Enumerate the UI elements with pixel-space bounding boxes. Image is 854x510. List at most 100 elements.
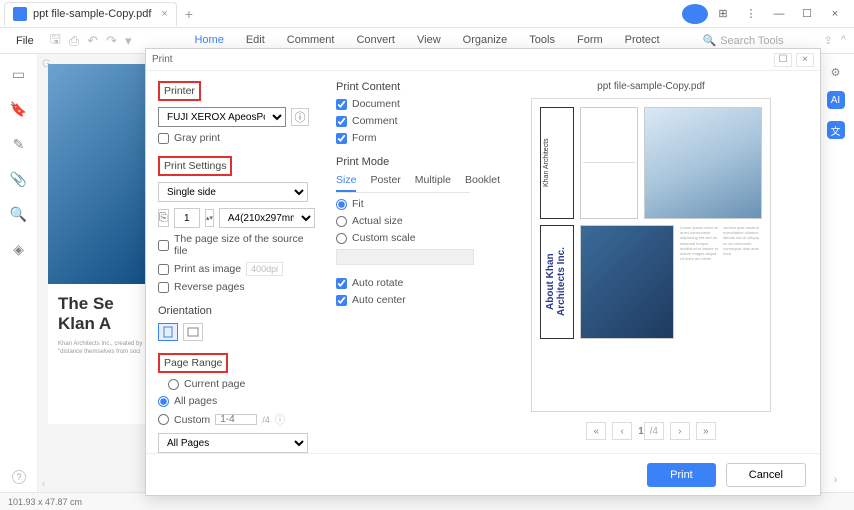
copies-input[interactable] [174, 208, 200, 228]
page-subset-select[interactable]: All Pages [158, 433, 308, 453]
print-image-checkbox[interactable] [158, 264, 169, 275]
printer-properties-icon[interactable]: ⓘ [291, 108, 309, 126]
minimize-icon[interactable]: — [766, 4, 792, 24]
all-pages-label: All pages [174, 395, 217, 407]
bookmark-icon[interactable]: 🔖 [10, 101, 27, 118]
maximize-icon[interactable]: ☐ [794, 4, 820, 24]
portrait-button[interactable] [158, 323, 178, 341]
ai-chip-icon[interactable]: AI [827, 91, 845, 109]
expand-icon[interactable]: ▾ [125, 33, 132, 49]
preview-body-text: Lorem ipsum dolor sit amet consectetur a… [680, 225, 762, 339]
nav-right-icon[interactable]: › [834, 474, 838, 486]
search-tools[interactable]: 🔍 Search Tools [703, 34, 824, 47]
dialog-close-icon[interactable]: × [796, 53, 814, 67]
close-tab-icon[interactable]: × [161, 8, 167, 20]
reverse-label: Reverse pages [174, 281, 245, 293]
nav-left-icon[interactable]: ‹ [42, 478, 45, 488]
range-total: /4 [262, 415, 270, 425]
dpi-field: 400dpi [246, 262, 283, 276]
current-page: 1/4 [638, 422, 664, 440]
custom-scale-radio[interactable] [336, 233, 347, 244]
attachment-icon[interactable]: 📎 [10, 171, 27, 188]
paper-select[interactable]: A4(210x297mm) 21... [219, 208, 315, 228]
preview-image-top [644, 107, 762, 219]
print-image-label: Print as image [174, 263, 241, 275]
collate-icon[interactable]: ⎘ [158, 209, 169, 227]
translate-icon[interactable]: 文 [827, 121, 845, 139]
tab-poster[interactable]: Poster [370, 174, 400, 192]
printer-settings-column: Printer FUJI XEROX ApeosPort-VI C3370 ⓘ … [146, 71, 324, 453]
layers-icon[interactable]: ◈ [13, 241, 24, 258]
redo-icon[interactable]: ↷ [106, 33, 117, 49]
auto-center-checkbox[interactable] [336, 295, 347, 306]
tab-size[interactable]: Size [336, 174, 356, 192]
preview-filename: ppt file-sample-Copy.pdf [597, 81, 705, 92]
cancel-button[interactable]: Cancel [726, 463, 806, 487]
file-menu[interactable]: File [8, 35, 42, 47]
add-tab-button[interactable]: + [185, 6, 193, 22]
quick-toolbar: 🖫 ⎙ ↶ ↷ ▾ [42, 30, 140, 52]
print-dialog: Print ☐ × Printer FUJI XEROX ApeosPort-V… [145, 48, 821, 496]
preview-mini-card [580, 107, 638, 219]
reverse-checkbox[interactable] [158, 282, 169, 293]
print-icon[interactable]: ⎙ [69, 33, 79, 49]
scale-slider [336, 249, 474, 265]
prev-page-icon[interactable]: ‹ [612, 422, 632, 440]
fit-label: Fit [352, 198, 364, 210]
printer-section-label: Printer [158, 81, 201, 101]
gray-print-checkbox[interactable] [158, 133, 169, 144]
user-avatar-icon[interactable] [682, 4, 708, 24]
tab-title: ppt file-sample-Copy.pdf [33, 8, 151, 20]
fit-radio[interactable] [336, 199, 347, 210]
search-panel-icon[interactable]: 🔍 [10, 206, 27, 223]
undo-icon[interactable]: ↶ [87, 33, 98, 49]
last-page-icon[interactable]: » [696, 422, 716, 440]
print-settings-label: Print Settings [158, 156, 232, 176]
actual-label: Actual size [352, 215, 403, 227]
dialog-maximize-icon[interactable]: ☐ [774, 53, 792, 67]
all-pages-radio[interactable] [158, 396, 169, 407]
actual-radio[interactable] [336, 216, 347, 227]
close-window-icon[interactable]: × [822, 4, 848, 24]
gray-print-label: Gray print [174, 132, 220, 144]
current-page-radio[interactable] [168, 379, 179, 390]
collapse-icon[interactable]: ^ [841, 34, 846, 47]
custom-range-input[interactable] [215, 414, 257, 425]
first-page-icon[interactable]: « [586, 422, 606, 440]
save-icon[interactable]: 🖫 [50, 30, 61, 52]
custom-range-radio[interactable] [158, 414, 169, 425]
form-checkbox[interactable] [336, 133, 347, 144]
doc-label: Document [352, 98, 400, 110]
auto-rotate-checkbox[interactable] [336, 278, 347, 289]
help-icon[interactable]: ? [12, 470, 26, 484]
dialog-footer: Print Cancel [146, 453, 820, 495]
comment-label: Comment [352, 115, 398, 127]
duplex-select[interactable]: Single side [158, 182, 308, 202]
auto-center-label: Auto center [352, 294, 406, 306]
tune-icon[interactable]: ⚙ [831, 66, 841, 79]
preview-image-bottom [580, 225, 674, 339]
comment-checkbox[interactable] [336, 116, 347, 127]
page-icon[interactable]: ▭ [12, 66, 25, 83]
search-label: Search Tools [720, 35, 783, 47]
printer-select[interactable]: FUJI XEROX ApeosPort-VI C3370 [158, 107, 286, 127]
search-icon: 🔍 [703, 34, 717, 47]
settings-icon[interactable]: ⊞ [710, 4, 736, 24]
share-icon[interactable]: ⇪ [824, 34, 833, 47]
more-icon[interactable]: ⋮ [738, 4, 764, 24]
current-page-label: Current page [184, 378, 245, 390]
print-mode-label: Print Mode [336, 156, 470, 168]
page-thumbnail: The Se Klan A Khan Architects Inc., crea… [48, 64, 158, 424]
landscape-button[interactable] [183, 323, 203, 341]
annotation-icon[interactable]: ✎ [13, 136, 25, 153]
print-button[interactable]: Print [647, 463, 716, 487]
tab-multiple[interactable]: Multiple [415, 174, 451, 192]
orientation-label: Orientation [158, 305, 312, 317]
copies-stepper[interactable]: ▴▾ [205, 209, 214, 227]
doc-checkbox[interactable] [336, 99, 347, 110]
bg-heading1: The Se [58, 294, 148, 314]
source-size-checkbox[interactable] [158, 240, 169, 251]
range-help-icon[interactable]: ⓘ [275, 412, 286, 427]
document-tab[interactable]: ppt file-sample-Copy.pdf × [4, 2, 177, 26]
next-page-icon[interactable]: › [670, 422, 690, 440]
